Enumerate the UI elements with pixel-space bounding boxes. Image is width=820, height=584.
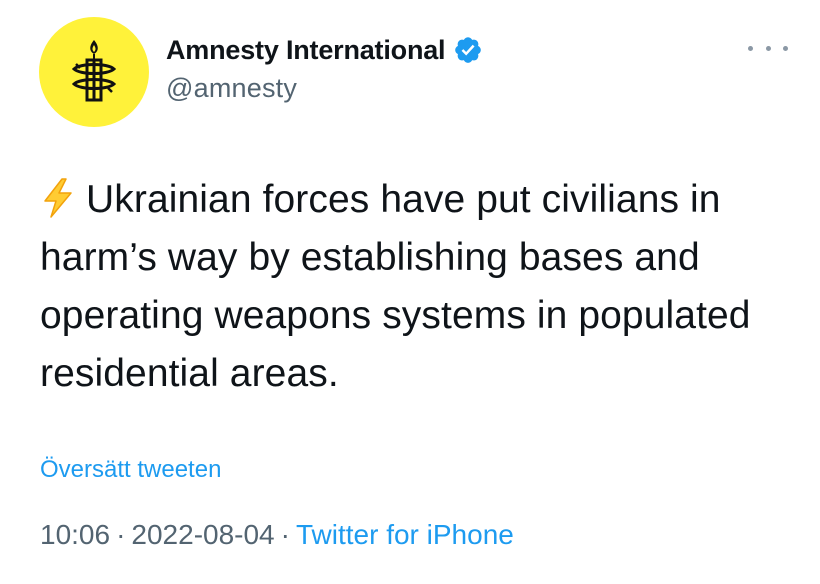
author-handle[interactable]: @amnesty xyxy=(166,73,483,104)
amnesty-candle-logo-icon xyxy=(71,40,117,102)
author-display-name[interactable]: Amnesty International xyxy=(166,35,446,66)
more-dot xyxy=(765,45,771,51)
avatar[interactable] xyxy=(39,17,149,127)
meta-separator: · xyxy=(280,519,290,550)
tweet-meta: 10:06 · 2022-08-04 · Twitter for iPhone xyxy=(40,519,514,551)
more-options-icon[interactable] xyxy=(748,38,788,58)
tweet-date[interactable]: 2022-08-04 xyxy=(131,519,274,550)
tweet-card: Amnesty International @amnesty Ukrainian… xyxy=(0,0,820,584)
more-dot xyxy=(783,45,788,51)
verified-badge-icon xyxy=(453,35,483,65)
author-block[interactable]: Amnesty International @amnesty xyxy=(166,32,483,104)
tweet-source-link[interactable]: Twitter for iPhone xyxy=(296,519,514,550)
more-dot xyxy=(748,45,753,51)
tweet-text: Ukrainian forces have put civilians in h… xyxy=(40,178,751,395)
meta-separator: · xyxy=(116,519,126,550)
translate-tweet-link[interactable]: Översätt tweeten xyxy=(40,456,221,484)
name-row: Amnesty International xyxy=(166,32,483,68)
tweet-time[interactable]: 10:06 xyxy=(40,519,110,550)
high-voltage-emoji-icon xyxy=(40,178,76,218)
tweet-body: Ukrainian forces have put civilians in h… xyxy=(40,171,800,403)
